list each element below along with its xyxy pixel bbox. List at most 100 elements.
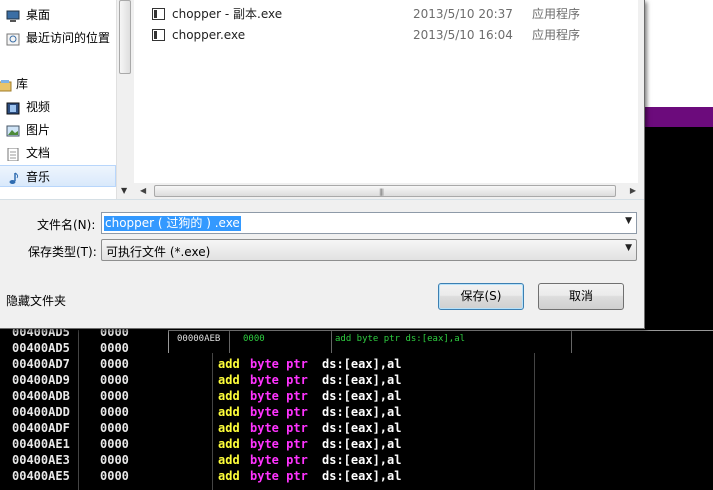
nav-scroll-thumb[interactable] [119,0,131,74]
disasm-hex: 0000 [100,357,129,371]
disasm-mnemonic: add [218,373,240,387]
hide-folders-toggle[interactable]: 隐藏文件夹 [0,292,66,309]
divider [0,199,644,200]
disasm-hex: 0000 [100,341,129,355]
file-date: 2013/5/10 20:37 [413,7,513,21]
disasm-operand-size: byte ptr [250,389,308,403]
nav-item-label: 图片 [26,123,51,137]
navigation-pane: 桌面 最近访问的位置 库 视频 图片 文档 音乐 [0,0,116,199]
disasm-mnemonic: add [218,405,240,419]
nav-item-label: 文档 [26,146,51,160]
filetype-select[interactable]: 可执行文件 (*.exe) ▼ [101,239,637,261]
disasm-operand-size: byte ptr [250,373,308,387]
disasm-address: 00400AD9 [12,373,70,387]
disasm-address: 00400AE3 [12,453,70,467]
disasm-row[interactable]: 00400ADD 0000 add byte ptr ds:[eax],al [0,404,713,420]
library-icon [0,77,12,92]
column-separator [571,331,572,353]
picture-icon [6,123,20,137]
disasm-address: 00400AE1 [12,437,70,451]
filetype-value: 可执行文件 (*.exe) [106,245,211,259]
nav-item-label: 桌面 [26,8,51,22]
hide-folders-label: 隐藏文件夹 [6,294,67,308]
filename-label: 文件名(N): [37,218,96,232]
disasm-operand: ds:[eax],al [322,469,402,483]
column-separator [331,331,332,353]
debugger-highlight-bar [645,107,713,127]
disasm-mnemonic: add [218,389,240,403]
mini-hex: 0000 [243,334,265,344]
recent-places-icon [6,31,20,46]
disasm-operand: ds:[eax],al [322,453,402,467]
disasm-mnemonic: add [218,357,240,371]
disasm-mnemonic: add [218,469,240,483]
file-name: chopper.exe [172,28,246,42]
disasm-operand-size: byte ptr [250,453,308,467]
disasm-mnemonic: add [218,453,240,467]
disasm-hex: 0000 [100,405,129,419]
disasm-operand-size: byte ptr [250,405,308,419]
filetype-label: 保存类型(T): [28,245,97,259]
document-icon [6,146,20,162]
disasm-operand: ds:[eax],al [322,421,402,435]
disasm-hex: 0000 [100,373,129,387]
disasm-address: 00400ADD [12,405,70,419]
disasm-address: 00400AE5 [12,469,70,483]
disasm-operand-size: byte ptr [250,437,308,451]
file-list-item[interactable]: chopper - 副本.exe 2013/5/10 20:37 应用程序 [134,4,638,24]
nav-item-desktop[interactable]: 桌面 [0,4,116,26]
save-button[interactable]: 保存(S) [438,283,524,310]
disasm-address: 00400ADF [12,421,70,435]
chevron-down-icon[interactable]: ▼ [625,243,632,253]
disasm-hex: 0000 [100,389,129,403]
disasm-mnemonic: add [218,421,240,435]
nav-item-music[interactable]: 音乐 [0,165,116,187]
nav-item-label: 音乐 [26,170,51,184]
file-list-horizontal-scrollbar[interactable]: ◀ ||| ▶ [134,183,638,199]
nav-item-pictures[interactable]: 图片 [0,119,116,141]
disasm-operand-size: byte ptr [250,469,308,483]
disasm-row[interactable]: 00400AE1 0000 add byte ptr ds:[eax],al [0,436,713,452]
filename-combobox[interactable]: chopper ( 过狗的 ) .exe ▼ [101,212,637,234]
file-list: chopper - 副本.exe 2013/5/10 20:37 应用程序 ch… [134,0,638,183]
grip-icon: ||| [379,188,384,196]
cancel-button[interactable]: 取消 [538,283,624,310]
video-icon [6,100,20,115]
disasm-operand: ds:[eax],al [322,405,402,419]
music-icon [6,170,20,184]
scroll-left-icon[interactable]: ◀ [140,186,146,195]
file-list-item[interactable]: chopper.exe 2013/5/10 16:04 应用程序 [134,25,638,45]
desktop-icon [6,8,20,22]
disasm-operand-size: byte ptr [250,357,308,371]
mini-disasm-window[interactable]: 00000AEB 0000 add byte ptr ds:[eax],al [168,330,713,353]
disasm-hex: 0000 [100,421,129,435]
file-date: 2013/5/10 16:04 [413,28,513,42]
save-as-dialog: 桌面 最近访问的位置 库 视频 图片 文档 音乐 ▼ chopper - 副本.… [0,0,645,329]
nav-vertical-scrollbar[interactable]: ▼ [116,0,134,199]
nav-item-videos[interactable]: 视频 [0,96,116,118]
nav-item-recent-places[interactable]: 最近访问的位置 [0,27,116,49]
disasm-hex: 0000 [100,453,129,467]
mini-instruction: add byte ptr ds:[eax],al [335,334,466,344]
chevron-down-icon[interactable]: ▼ [625,216,632,226]
nav-item-library[interactable]: 库 [0,73,116,95]
scroll-right-icon[interactable]: ▶ [630,186,636,195]
disasm-row[interactable]: 00400AD7 0000 add byte ptr ds:[eax],al [0,356,713,372]
filename-input[interactable]: chopper ( 过狗的 ) .exe [104,216,241,231]
disasm-hex: 0000 [100,469,129,483]
disasm-row[interactable]: 00400ADB 0000 add byte ptr ds:[eax],al [0,388,713,404]
executable-file-icon [152,29,165,41]
file-list-scroll-thumb[interactable]: ||| [154,185,616,197]
nav-item-documents[interactable]: 文档 [0,142,116,164]
scroll-down-icon[interactable]: ▼ [121,186,127,195]
disasm-row[interactable]: 00400AE3 0000 add byte ptr ds:[eax],al [0,452,713,468]
disasm-operand: ds:[eax],al [322,437,402,451]
nav-item-label: 视频 [26,100,51,114]
disasm-row[interactable]: 00400AD9 0000 add byte ptr ds:[eax],al [0,372,713,388]
executable-file-icon [152,8,165,20]
disasm-address: 00400ADB [12,389,70,403]
disasm-row[interactable]: 00400AE5 0000 add byte ptr ds:[eax],al [0,468,713,484]
disasm-address: 00400AD5 [12,341,70,355]
disasm-mnemonic: add [218,437,240,451]
disasm-row[interactable]: 00400ADF 0000 add byte ptr ds:[eax],al [0,420,713,436]
